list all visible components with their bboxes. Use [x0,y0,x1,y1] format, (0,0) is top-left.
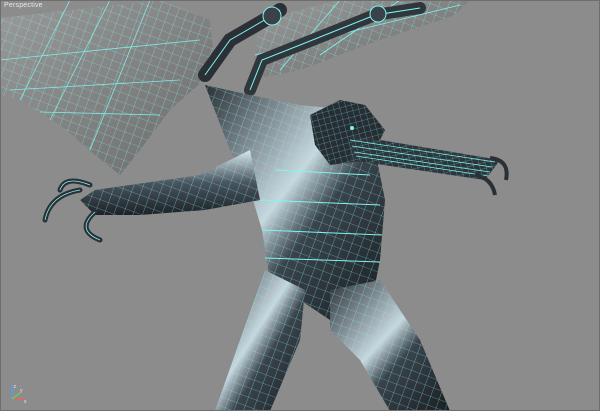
axis-gizmo: z x y [11,384,27,405]
viewport-label[interactable]: Perspective [4,2,43,9]
gizmo-y-label: y [20,388,23,394]
arm-right [42,150,260,243]
legs [215,270,450,411]
wing-left [0,0,215,175]
gizmo-z-label: z [14,384,17,390]
perspective-viewport[interactable]: Perspective z x y [0,0,600,411]
creature-model-render[interactable] [0,0,600,411]
gizmo-x-label: x [24,399,27,405]
